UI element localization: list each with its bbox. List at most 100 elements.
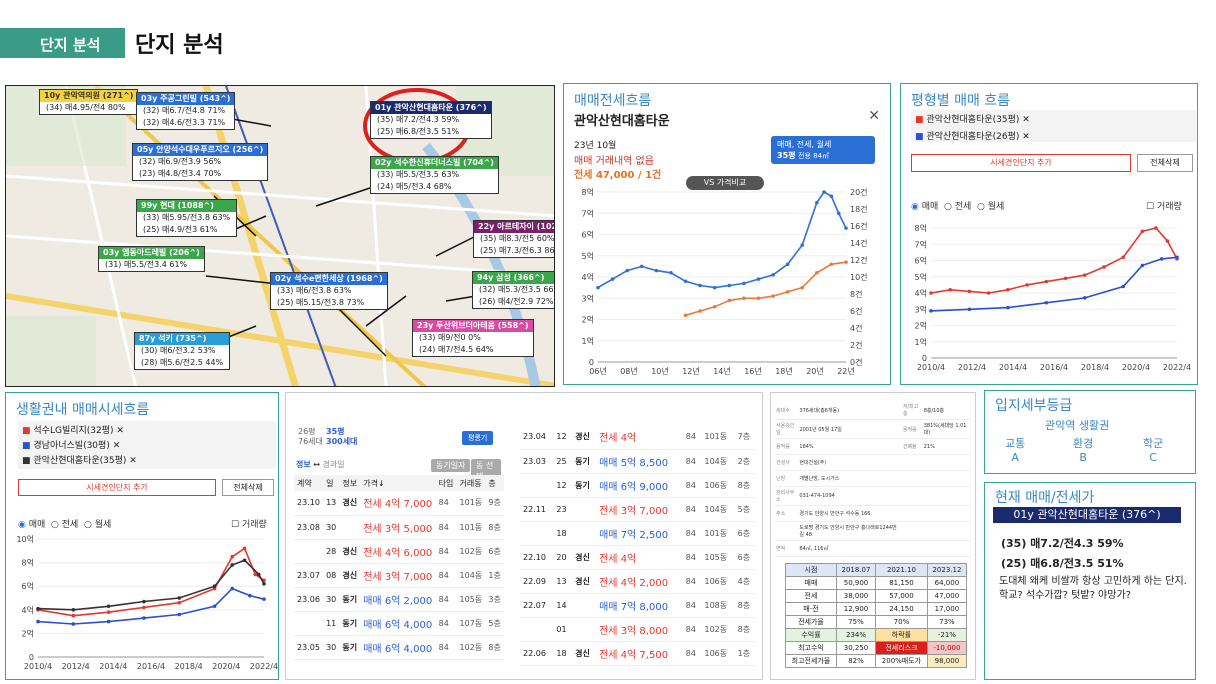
remove-icon[interactable]: ✕ bbox=[116, 426, 124, 436]
map-label-row: (30) 매6/전3.2 53% bbox=[141, 346, 216, 355]
table-row[interactable]: 23.08 30 전세 3억 5,000 84 101동 8층 bbox=[294, 515, 504, 539]
pyeong-volume-checkbox[interactable]: ☐ 거래량 bbox=[1146, 199, 1182, 212]
flow-filter-button[interactable]: 매매, 전세, 월세 35평 전용 84㎡ bbox=[771, 136, 875, 164]
map-label[interactable]: 87y 석키 (735^) (30) 매6/전3.2 53% (28) 매5.6/전… bbox=[134, 332, 231, 370]
table-row[interactable]: 22.07 14 매매 7억 8,000 84 108동 8층 bbox=[520, 593, 756, 617]
table-row[interactable]: 22.06 18 경신 전세 4억 7,500 84 106동 1층 bbox=[520, 641, 756, 665]
flow-close-icon[interactable]: ✕ bbox=[868, 108, 880, 124]
table-row[interactable]: 23.05 30 동기 매매 6억 4,000 84 102동 8층 bbox=[294, 635, 504, 659]
map-label[interactable]: 94y 삼성 (366^) (32) 매5.3/전3.5 66% (26) 매4/전… bbox=[472, 271, 554, 309]
table-cell: 전세 3억 7,000 bbox=[363, 571, 433, 583]
area-delete-all-button[interactable]: 전체삭제 bbox=[222, 479, 274, 496]
sync-date-button[interactable]: 동기일자 bbox=[431, 459, 471, 472]
header-cell: 층 bbox=[488, 478, 496, 488]
pyeong-options[interactable]: ◉ 매매 ○ 전세 ○ 월세 bbox=[911, 199, 1004, 212]
y2-tick-label: 20건 bbox=[850, 187, 868, 197]
table-cell: 23.08 bbox=[297, 522, 320, 532]
table-cell: 매매 7억 2,500 bbox=[599, 529, 669, 541]
table-row[interactable]: 23.04 12 경신 전세 4억 84 101동 7층 bbox=[520, 425, 756, 449]
table-row[interactable]: 23.07 08 경신 전세 3억 7,000 84 104동 1층 bbox=[294, 563, 504, 587]
y-tick-label: 7억 bbox=[582, 208, 594, 218]
data-point bbox=[212, 604, 217, 609]
data-point bbox=[1006, 305, 1010, 310]
table-row[interactable]: 18 매매 7억 2,500 84 101동 6층 bbox=[520, 521, 756, 545]
table-row[interactable]: 11 동기 매매 6억 4,000 84 107동 5층 bbox=[294, 611, 504, 635]
map-label[interactable]: 05y 안양석수대우푸르지오 (256^) (32) 매6.9/전3.9 56% (… bbox=[132, 143, 269, 181]
table-row[interactable]: 23.03 25 동기 매매 5억 8,500 84 104동 2층 bbox=[520, 449, 756, 473]
data-point bbox=[800, 285, 805, 290]
table-cell: 22.11 bbox=[523, 504, 546, 514]
price-cell: -10,000 bbox=[926, 641, 968, 655]
map-label[interactable]: 02y 석수e편한세상 (1968^) (33) 매6/전3.8 63% (25) … bbox=[270, 272, 388, 310]
data-point bbox=[712, 304, 717, 309]
map-label[interactable]: 22y 아르테자이 (1021^)(35) 매8.3/전5 60% (25) 매7… bbox=[473, 220, 555, 258]
data-point bbox=[698, 309, 702, 313]
area-legend-item-3: ■ 관악산현대홈타운(35평) ✕ bbox=[22, 456, 137, 466]
price-cell: 17,000 bbox=[926, 602, 968, 616]
flow-jeonse-price: 전세 47,000 / 1건 bbox=[574, 170, 662, 181]
table-row[interactable]: 22.09 13 경신 전세 4억 2,000 84 106동 4층 bbox=[520, 569, 756, 593]
table-cell: 매매 6억 4,000 bbox=[363, 619, 433, 631]
info-cell: 사용승인일 bbox=[775, 419, 799, 439]
map-label[interactable]: 01y 관악산현대홈타운 (376^) (35) 매7.2/전4.3 59% (25… bbox=[370, 101, 492, 139]
map-label[interactable]: 23y 두산위브더아테움 (558^) (33) 매9/전0 0% (24) 매7/… bbox=[412, 319, 534, 357]
map-label-header: 01y 관악산현대홈타운 (376^) bbox=[371, 102, 491, 114]
table-row[interactable]: 22.11 23 전세 3억 7,000 84 104동 5층 bbox=[520, 497, 756, 521]
info-cell bbox=[901, 540, 923, 557]
table-cell: 20 bbox=[556, 552, 567, 562]
map-panel[interactable]: 10y 관악역의원 (271^) (34) 매4.95/전4 80% 03y 주공그… bbox=[5, 85, 555, 387]
pyeong-button[interactable]: 평롱기 bbox=[462, 431, 494, 445]
area-add-complex-button[interactable]: 시세견인단지 추가 bbox=[18, 479, 216, 496]
area-options[interactable]: ◉ 매매 ○ 전세 ○ 월세 bbox=[18, 517, 111, 530]
map-label[interactable]: 02y 석수한신휴더너스빌 (704^) (33) 매5.5/전3.5 63% (2… bbox=[370, 156, 499, 194]
map-label-header: 05y 안양석수대우푸르지오 (256^) bbox=[133, 144, 268, 156]
flow-notrade: 매매 거래내역 없음 bbox=[574, 156, 654, 167]
data-point bbox=[596, 285, 600, 290]
pyeong-tab-26[interactable]: 26평 76세대 bbox=[298, 427, 323, 447]
table-row[interactable]: 23.06 30 동기 매매 6억 2,000 84 105동 3층 bbox=[294, 587, 504, 611]
map-label-row: (23) 매4.8/전3.4 70% bbox=[139, 169, 222, 178]
info-row: 관리사무소 031-474-1094 bbox=[775, 486, 971, 506]
map-label-row: (28) 매5.6/전2.5 44% bbox=[141, 358, 224, 367]
delete-all-button[interactable]: 전체삭제 bbox=[1137, 154, 1193, 172]
data-point bbox=[242, 558, 247, 563]
info-row: 난방 개별난방, 도시가스 bbox=[775, 470, 971, 487]
map-label-row: (35) 매8.3/전5 60% bbox=[480, 234, 555, 243]
table-cell: 84 bbox=[685, 648, 696, 658]
map-label[interactable]: 03y 엠동아드레빌 (206^) (31) 매5.5/전3.4 61% bbox=[98, 246, 205, 272]
map-label[interactable]: 99y 현대 (1088^) (33) 매5.95/전3.8 63% (25) 매4… bbox=[136, 199, 238, 237]
data-point bbox=[106, 619, 111, 624]
x-tick-label: 2012/4 bbox=[62, 662, 90, 671]
table-row[interactable]: 12 동기 매매 6억 9,000 84 106동 8층 bbox=[520, 473, 756, 497]
map-label[interactable]: 10y 관악역의원 (271^) (34) 매4.95/전4 80% bbox=[39, 89, 139, 115]
table-row[interactable]: 28 경신 전세 4억 6,000 84 102동 6층 bbox=[294, 539, 504, 563]
pyeong-legend-item-35: ■ 관악산현대홈타운(35평) ✕ bbox=[915, 115, 1030, 125]
info-cell bbox=[922, 470, 971, 487]
remove-icon[interactable]: ✕ bbox=[1022, 115, 1030, 125]
table-cell: 1층 bbox=[737, 648, 751, 658]
y-tick-label: 2억 bbox=[582, 315, 594, 325]
map-label-row: (25) 매5.15/전3.8 73% bbox=[277, 298, 365, 307]
pyeong-tab-35[interactable]: 35평 300세대 bbox=[326, 427, 357, 447]
table-row[interactable]: 01 전세 3억 8,000 84 102동 8층 bbox=[520, 617, 756, 641]
info-cell: 2001년 05월 17일 bbox=[798, 419, 902, 439]
data-point bbox=[844, 260, 848, 264]
table-cell bbox=[520, 473, 553, 497]
map-label[interactable]: 03y 주공그린빌 (543^) (32) 매6.7/전4.8 71% (32) 매… bbox=[136, 92, 236, 130]
remove-icon[interactable]: ✕ bbox=[113, 441, 121, 451]
table-cell: 102동 bbox=[459, 642, 483, 652]
area-volume-checkbox[interactable]: ☐ 거래량 bbox=[231, 517, 267, 530]
remove-icon[interactable]: ✕ bbox=[129, 456, 137, 466]
table-row[interactable]: 23.10 13 경신 전세 4억 7,000 84 101동 9층 bbox=[294, 491, 504, 515]
table-cell bbox=[572, 497, 596, 521]
table-row[interactable]: 22.10 20 경신 전세 4억 84 105동 6층 bbox=[520, 545, 756, 569]
table-cell: 매매 5억 8,500 bbox=[599, 457, 669, 469]
data-point bbox=[929, 291, 933, 295]
table-cell: 101동 bbox=[459, 498, 483, 508]
map-label-row: (33) 매5.95/전3.8 63% bbox=[143, 213, 231, 222]
remove-icon[interactable]: ✕ bbox=[1022, 132, 1030, 142]
add-complex-button[interactable]: 시세견인단지 추가 bbox=[911, 154, 1131, 172]
data-point bbox=[683, 313, 688, 318]
data-point bbox=[836, 211, 841, 216]
info-cell bbox=[922, 454, 971, 471]
